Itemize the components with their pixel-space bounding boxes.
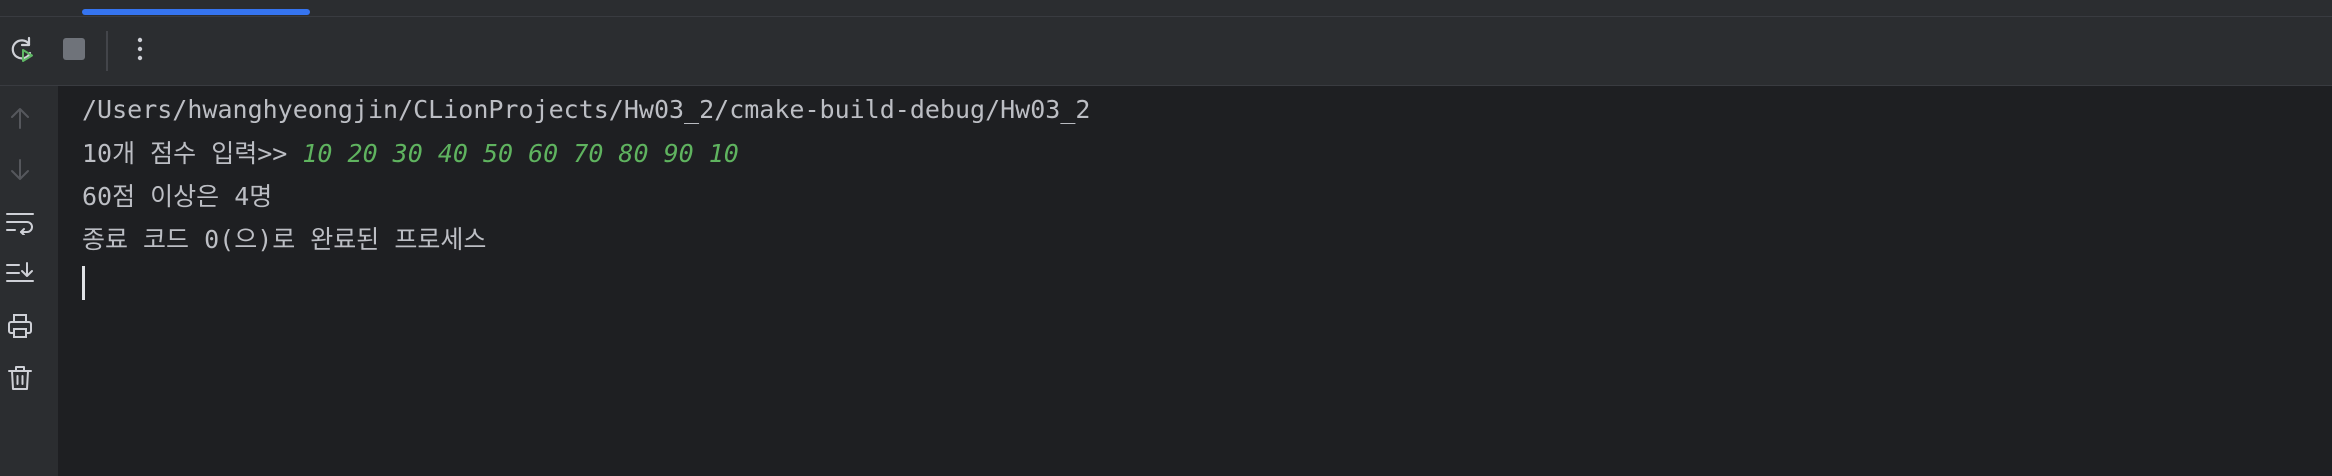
toolbar-separator xyxy=(106,31,108,71)
process-exit-line: 종료 코드 0(으)로 완료된 프로세스 xyxy=(82,225,487,254)
arrow-down-icon xyxy=(7,157,33,187)
text-caret xyxy=(82,266,85,300)
arrow-up-icon xyxy=(7,105,33,135)
run-toolbar xyxy=(0,17,2332,86)
run-tool-window: /Users/hwanghyeongjin/CLionProjects/Hw03… xyxy=(0,0,2332,476)
more-vertical-icon xyxy=(126,35,154,67)
stop-icon xyxy=(60,35,88,67)
scroll-to-end-icon xyxy=(5,261,35,291)
active-tab-indicator[interactable] xyxy=(82,9,310,15)
input-prompt-line: 10개 점수 입력>> 10 20 30 40 50 60 70 80 90 1… xyxy=(82,134,739,174)
result-line: 60점 이상은 4명 xyxy=(82,182,273,211)
soft-wrap-icon xyxy=(5,209,35,239)
trash-icon xyxy=(6,364,34,396)
previous-occurrence-button[interactable] xyxy=(0,100,40,140)
user-input-text: 10 20 30 40 50 60 70 80 90 10 xyxy=(302,139,739,168)
rerun-button[interactable] xyxy=(2,31,42,71)
scroll-to-end-button[interactable] xyxy=(0,256,40,296)
soft-wrap-button[interactable] xyxy=(0,204,40,244)
console-gutter xyxy=(0,86,58,476)
console-output[interactable]: /Users/hwanghyeongjin/CLionProjects/Hw03… xyxy=(82,86,2332,476)
more-options-button[interactable] xyxy=(120,31,160,71)
print-button[interactable] xyxy=(0,308,40,348)
rerun-icon xyxy=(8,35,36,67)
executable-path-line: /Users/hwanghyeongjin/CLionProjects/Hw03… xyxy=(82,95,1091,124)
next-occurrence-button[interactable] xyxy=(0,152,40,192)
print-icon xyxy=(6,312,34,344)
clear-all-button[interactable] xyxy=(0,360,40,400)
prompt-text: 10개 점수 입력>> xyxy=(82,139,303,168)
stop-button[interactable] xyxy=(54,31,94,71)
tab-bar xyxy=(0,0,2332,17)
